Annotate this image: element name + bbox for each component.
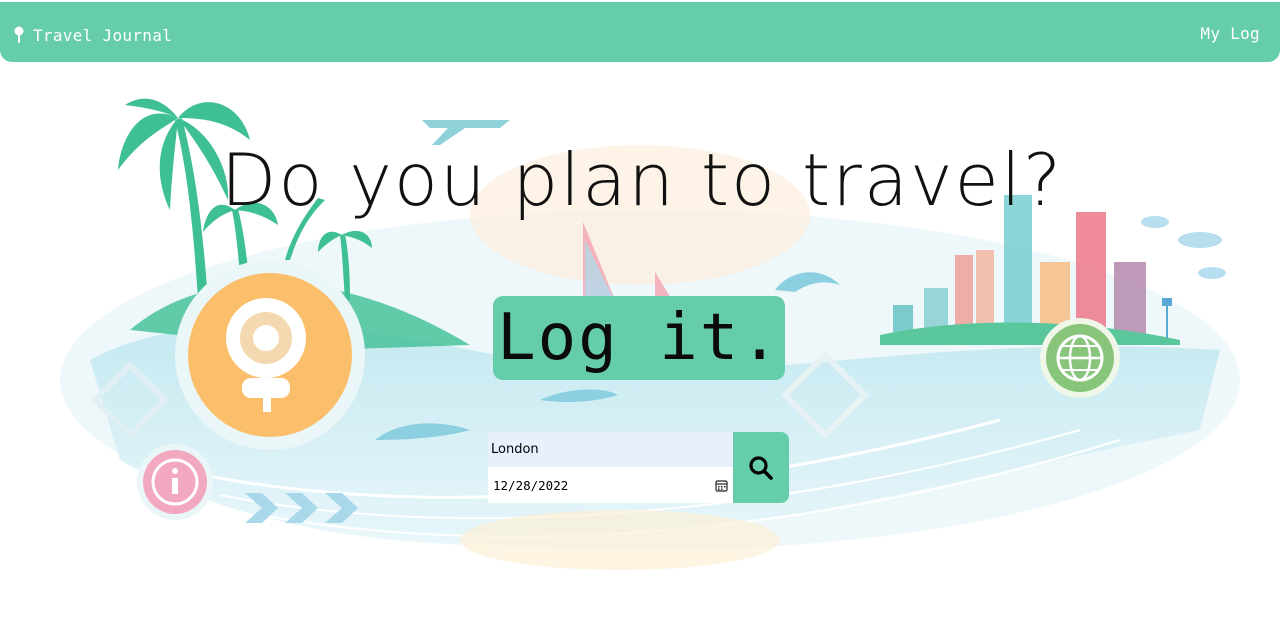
my-log-link[interactable]: My Log [1200,24,1260,43]
date-input[interactable]: 12/28/2022 [488,467,733,503]
city-input[interactable] [488,432,733,467]
log-it-banner: Log it. [493,296,785,380]
hero-title: Do you plan to travel? [220,138,1064,222]
pin-icon [14,26,24,43]
navbar: Travel Journal My Log [0,2,1280,62]
date-value: 12/28/2022 [493,477,569,493]
search-icon [749,455,773,480]
calendar-icon[interactable] [715,479,728,492]
brand-link[interactable]: Travel Journal [13,24,172,46]
brand-label: Travel Journal [33,25,173,45]
search-button[interactable] [733,432,789,503]
search-form: 12/28/2022 [488,432,789,503]
